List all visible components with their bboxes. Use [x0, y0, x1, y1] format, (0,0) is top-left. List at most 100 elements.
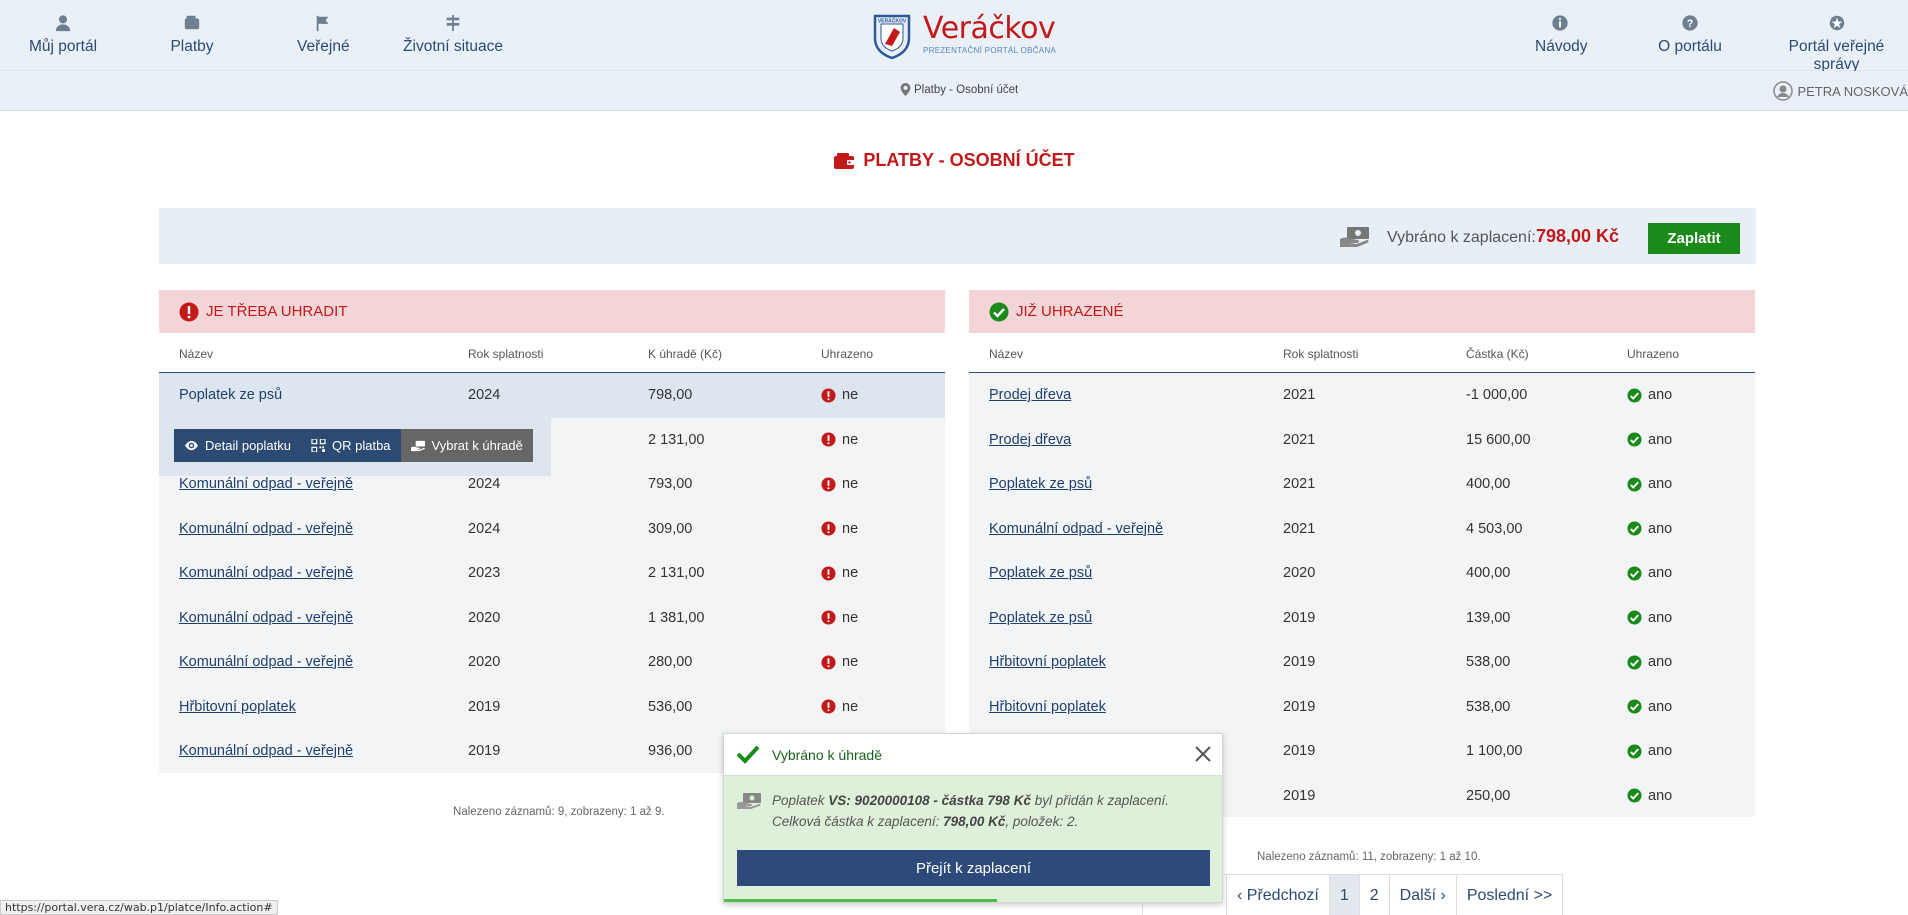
paid-table-header: Název Rok splatnosti Částka (Kč) Uhrazen… [969, 333, 1755, 373]
table-row[interactable]: Hřbitovní poplatek 2019 538,00 ano [969, 685, 1755, 730]
paid-status-text: ano [1648, 609, 1673, 626]
amount: 280,00 [648, 654, 693, 670]
paid-status-text: ne [842, 654, 859, 670]
fee-name[interactable]: Hřbitovní poplatek [989, 654, 1106, 670]
page-title-text: PLATBY - OSOBNÍ ÚČET [863, 150, 1075, 170]
paid-status: ano [1627, 565, 1672, 581]
select-for-payment-button[interactable]: Vybrat k úhradě [400, 429, 533, 462]
close-icon[interactable] [1194, 745, 1212, 763]
toast-text: , položek: 2. [1005, 814, 1079, 829]
svg-text:VERÁČKOV: VERÁČKOV [878, 18, 907, 25]
go-to-payment-button[interactable]: Přejít k zaplacení [737, 850, 1210, 886]
eye-icon [184, 440, 199, 451]
paid-status: ano [1627, 610, 1672, 626]
paid-status-text: ano [1648, 431, 1673, 448]
fee-name[interactable]: Komunální odpad - veřejně [179, 654, 353, 670]
fee-name[interactable]: Prodej dřeva [989, 387, 1071, 403]
table-row[interactable]: Komunální odpad - veřejně 2023 2 131,00 ne [159, 551, 945, 596]
check-circle-icon [1627, 743, 1642, 759]
help-icon: ? [1680, 14, 1700, 34]
table-row[interactable]: Poplatek ze psů 2024 798,00 ne [159, 373, 945, 418]
paid-records-count: Nalezeno záznamů: 11, zobrazeny: 1 až 10… [1257, 851, 1481, 863]
alert-icon [821, 432, 836, 447]
nav-my-portal[interactable]: Můj portál [28, 14, 98, 56]
selected-to-pay-amount: 798,00 Kč [1536, 226, 1620, 246]
amount: 536,00 [648, 698, 693, 715]
flag-icon [313, 14, 333, 34]
logo-subtitle: PREZENTAČNÍ PORTÁL OBČANA [923, 46, 1057, 55]
table-row[interactable]: Poplatek ze psů 2021 400,00 ano [969, 462, 1755, 507]
table-row[interactable]: Komunální odpad - veřejně 2024 309,00 ne [159, 507, 945, 552]
amount: 798,00 [648, 387, 693, 403]
fee-name[interactable]: Hřbitovní poplatek [179, 699, 296, 715]
fee-name[interactable]: Poplatek ze psů [989, 610, 1092, 626]
paid-status: ano [1627, 521, 1672, 537]
user-menu[interactable]: PETRA NOSKOVÁ [1773, 81, 1908, 101]
pager-next[interactable]: Další › [1390, 875, 1457, 915]
alert-icon [821, 387, 836, 403]
money-hand-icon [410, 440, 425, 452]
nav-public[interactable]: Veřejné [297, 14, 350, 56]
toast-text: byl přidán k zaplacení. [1030, 793, 1170, 808]
table-row[interactable]: Komunální odpad - veřejně 2020 280,00 ne [159, 640, 945, 685]
table-row[interactable]: Komunální odpad - veřejně 2020 1 381,00 ne [159, 596, 945, 641]
nav-about-portal[interactable]: ? O portálu [1658, 14, 1722, 56]
pager-last[interactable]: Poslední >> [1457, 875, 1562, 915]
pay-button[interactable]: Zaplatit [1648, 223, 1740, 254]
table-row[interactable]: Hřbitovní poplatek 2019 538,00 ano [969, 640, 1755, 685]
fee-name[interactable]: Hřbitovní poplatek [989, 699, 1106, 715]
wallet-icon [182, 14, 202, 34]
amount: 538,00 [1466, 654, 1511, 670]
paid-status-text: ne [842, 476, 859, 492]
selected-to-pay-label: Vybráno k zaplacení: [1387, 229, 1536, 246]
amount: 139,00 [1466, 609, 1511, 626]
pager-previous[interactable]: ‹ Předchozí [1227, 875, 1330, 915]
table-row[interactable]: Prodej dřeva 2021 15 600,00 ano [969, 418, 1755, 463]
alert-icon [821, 610, 836, 625]
fee-name[interactable]: Poplatek ze psů [179, 387, 282, 403]
table-row[interactable]: Prodej dřeva 2021 -1 000,00 ano [969, 373, 1755, 418]
qr-payment-label: QR platba [332, 438, 391, 453]
paid-status: ano [1627, 743, 1672, 759]
due-year: 2020 [468, 654, 501, 670]
fee-name[interactable]: Komunální odpad - veřejně [989, 521, 1163, 537]
toast-message: Poplatek VS: 9020000108 - částka 798 Kč … [772, 790, 1169, 832]
fee-name[interactable]: Komunální odpad - veřejně [179, 565, 353, 581]
unpaid-records-count: Nalezeno záznamů: 9, zobrazeny: 1 až 9. [453, 806, 665, 818]
pager-page-2[interactable]: 2 [1360, 875, 1390, 915]
table-row[interactable]: Hřbitovní poplatek 2019 536,00 ne [159, 685, 945, 730]
pager-page-1[interactable]: 1 [1329, 875, 1360, 915]
paid-status: ano [1627, 476, 1672, 492]
fee-name[interactable]: Komunální odpad - veřejně [179, 743, 353, 759]
fee-name[interactable]: Komunální odpad - veřejně [179, 476, 353, 492]
nav-label: Návody [1535, 38, 1588, 55]
nav-label: Portál veřejné správy [1788, 38, 1885, 73]
detail-fee-button[interactable]: Detail poplatku [174, 429, 301, 462]
nav-guides[interactable]: Návody [1535, 14, 1588, 56]
fee-name[interactable]: Prodej dřeva [989, 432, 1071, 448]
fee-name[interactable]: Poplatek ze psů [989, 565, 1092, 581]
table-row[interactable]: Poplatek ze psů 2020 400,00 ano [969, 551, 1755, 596]
nav-payments[interactable]: Platby [168, 14, 216, 56]
paid-status: ne [821, 565, 858, 581]
paid-title: JIŽ UHRAZENÉ [1016, 303, 1124, 320]
paid-status: ne [821, 699, 858, 715]
fee-name[interactable]: Poplatek ze psů [989, 476, 1092, 492]
col-amount: Částka (Kč) [1466, 347, 1529, 361]
table-row[interactable]: Komunální odpad - veřejně 2021 4 503,00 ano [969, 507, 1755, 552]
emblem-icon [1827, 14, 1847, 34]
nav-public-admin-portal[interactable]: Portál veřejné správy [1765, 14, 1908, 74]
check-circle-icon [1627, 610, 1642, 625]
fee-name[interactable]: Komunální odpad - veřejně [179, 610, 353, 626]
page-title: PLATBY - OSOBNÍ ÚČET [0, 150, 1908, 171]
portal-logo[interactable]: VERÁČKOV Veráčkov PREZENTAČNÍ PORTÁL OBČ… [873, 14, 1056, 60]
breadcrumb: Platby - Osobní účet [900, 83, 1018, 96]
paid-status-text: ano [1648, 565, 1673, 581]
nav-life-situations[interactable]: Životní situace [402, 14, 504, 56]
amount: 15 600,00 [1466, 431, 1531, 448]
paid-status: ne [821, 387, 858, 403]
fee-name[interactable]: Komunální odpad - veřejně [179, 521, 353, 537]
unpaid-table-header: Název Rok splatnosti K úhradě (Kč) Uhraz… [159, 333, 945, 373]
table-row[interactable]: Poplatek ze psů 2019 139,00 ano [969, 596, 1755, 641]
qr-payment-button[interactable]: QR platba [301, 429, 401, 462]
